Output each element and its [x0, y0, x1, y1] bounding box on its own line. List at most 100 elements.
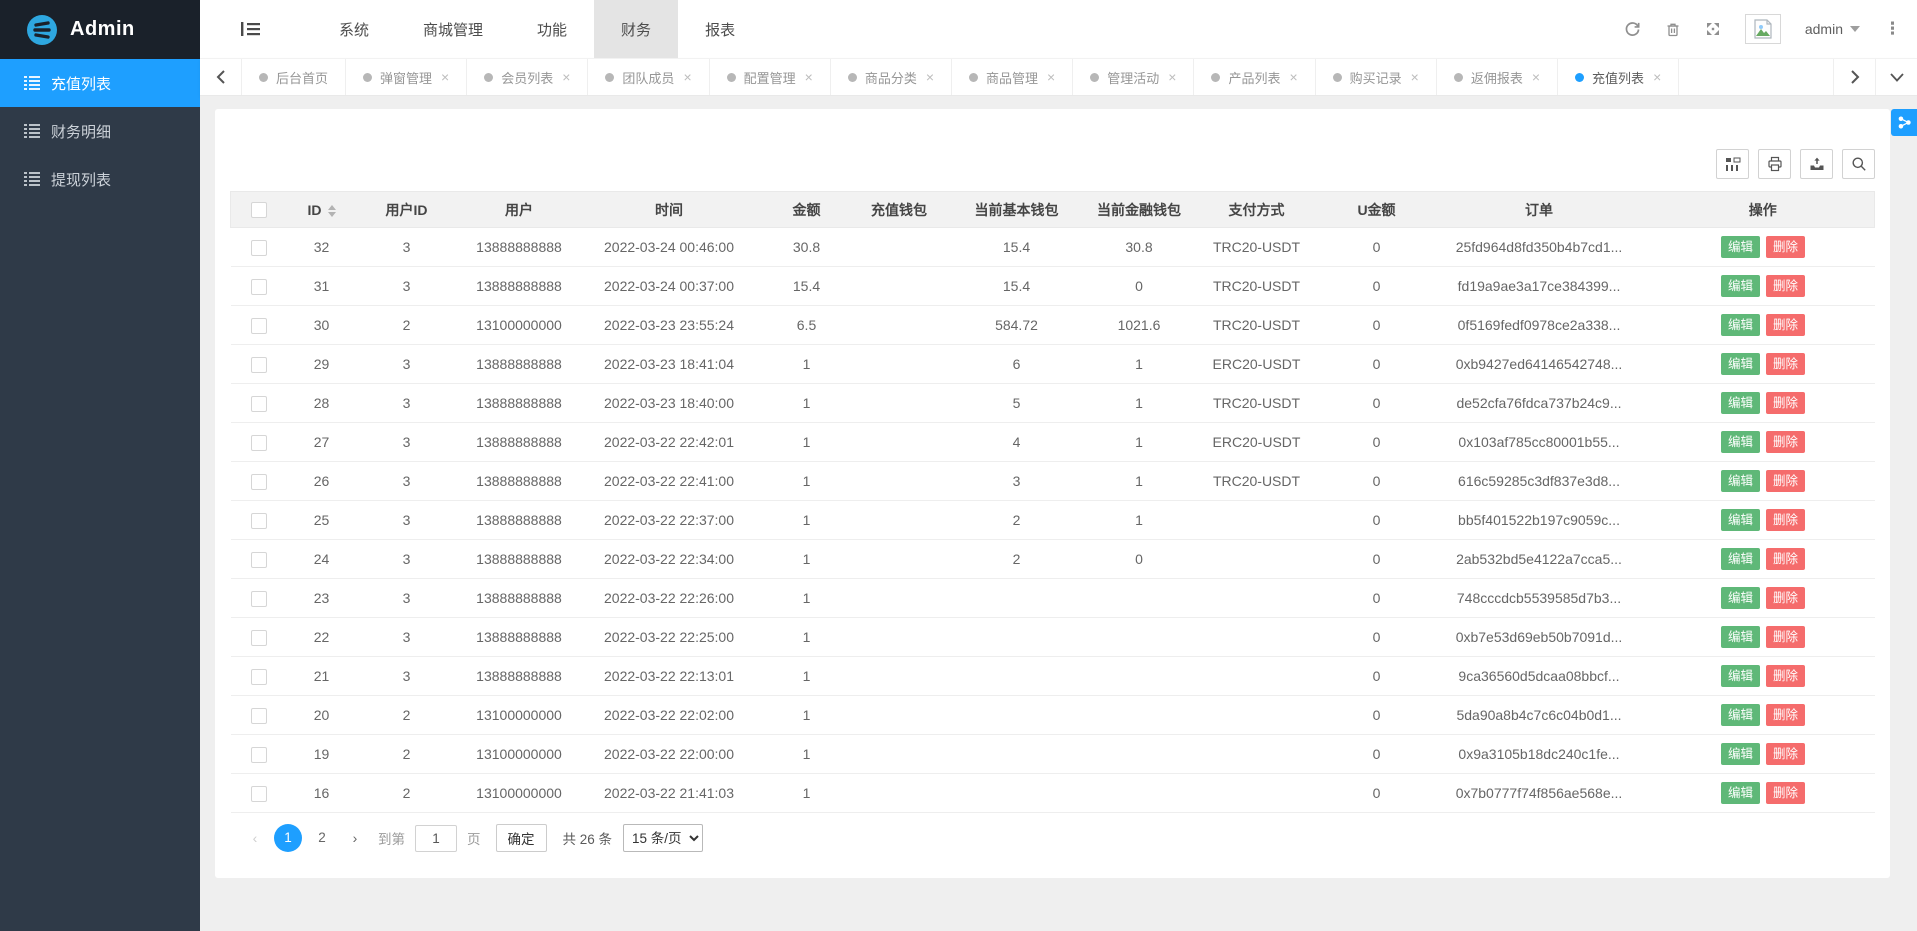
- tab-item[interactable]: 返佣报表 ×: [1437, 59, 1558, 95]
- tab-close-icon[interactable]: ×: [1653, 69, 1661, 85]
- edit-button[interactable]: 编辑: [1721, 743, 1760, 765]
- print-button[interactable]: [1758, 149, 1791, 179]
- select-all-checkbox[interactable]: [251, 202, 267, 218]
- page-number[interactable]: 2: [308, 824, 336, 852]
- row-checkbox[interactable]: [251, 786, 267, 802]
- sidebar-item[interactable]: 提现列表: [0, 155, 200, 203]
- row-checkbox[interactable]: [251, 279, 267, 295]
- edit-button[interactable]: 编辑: [1721, 782, 1760, 804]
- sidebar-item[interactable]: 充值列表: [0, 59, 200, 107]
- row-checkbox[interactable]: [251, 669, 267, 685]
- edit-button[interactable]: 编辑: [1721, 314, 1760, 336]
- delete-button[interactable]: 删除: [1766, 509, 1805, 531]
- tab-item[interactable]: 购买记录 ×: [1316, 59, 1437, 95]
- fullscreen-icon[interactable]: [1705, 21, 1721, 37]
- tab-close-icon[interactable]: ×: [1289, 69, 1297, 85]
- top-nav-item[interactable]: 功能: [510, 0, 594, 58]
- column-header-id[interactable]: ID: [287, 192, 357, 228]
- row-checkbox[interactable]: [251, 513, 267, 529]
- top-nav-item[interactable]: 报表: [678, 0, 762, 58]
- sidebar-toggle-icon[interactable]: [230, 0, 270, 58]
- row-checkbox[interactable]: [251, 591, 267, 607]
- row-checkbox[interactable]: [251, 357, 267, 373]
- delete-button[interactable]: 删除: [1766, 314, 1805, 336]
- delete-button[interactable]: 删除: [1766, 665, 1805, 687]
- sort-icon[interactable]: [328, 205, 336, 217]
- delete-button[interactable]: 删除: [1766, 587, 1805, 609]
- edit-button[interactable]: 编辑: [1721, 236, 1760, 258]
- row-checkbox[interactable]: [251, 552, 267, 568]
- delete-button[interactable]: 删除: [1766, 704, 1805, 726]
- delete-button[interactable]: 删除: [1766, 236, 1805, 258]
- page-next-icon[interactable]: ›: [342, 830, 368, 846]
- delete-button[interactable]: 删除: [1766, 431, 1805, 453]
- search-button[interactable]: [1842, 149, 1875, 179]
- tab-item[interactable]: 产品列表 ×: [1194, 59, 1315, 95]
- row-checkbox[interactable]: [251, 435, 267, 451]
- tabs-dropdown-icon[interactable]: [1875, 59, 1917, 95]
- edit-button[interactable]: 编辑: [1721, 470, 1760, 492]
- tabs-scroll-left[interactable]: [200, 59, 242, 95]
- delete-button[interactable]: 删除: [1766, 626, 1805, 648]
- tab-close-icon[interactable]: ×: [1411, 69, 1419, 85]
- edit-button[interactable]: 编辑: [1721, 587, 1760, 609]
- tab-item[interactable]: 商品分类 ×: [831, 59, 952, 95]
- tab-item[interactable]: 后台首页: [242, 59, 346, 95]
- edit-button[interactable]: 编辑: [1721, 509, 1760, 531]
- delete-button[interactable]: 删除: [1766, 548, 1805, 570]
- tab-close-icon[interactable]: ×: [562, 69, 570, 85]
- goto-confirm-button[interactable]: 确定: [496, 824, 547, 852]
- edit-button[interactable]: 编辑: [1721, 431, 1760, 453]
- top-nav-item[interactable]: 财务: [594, 0, 678, 58]
- row-checkbox[interactable]: [251, 240, 267, 256]
- user-menu[interactable]: admin: [1805, 21, 1860, 37]
- tab-item[interactable]: 配置管理 ×: [710, 59, 831, 95]
- row-checkbox[interactable]: [251, 747, 267, 763]
- delete-button[interactable]: 删除: [1766, 353, 1805, 375]
- tab-close-icon[interactable]: ×: [441, 69, 449, 85]
- tab-close-icon[interactable]: ×: [926, 69, 934, 85]
- tab-item[interactable]: 会员列表 ×: [467, 59, 588, 95]
- tab-item[interactable]: 商品管理 ×: [952, 59, 1073, 95]
- delete-button[interactable]: 删除: [1766, 743, 1805, 765]
- edit-button[interactable]: 编辑: [1721, 392, 1760, 414]
- tab-close-icon[interactable]: ×: [683, 69, 691, 85]
- tab-item[interactable]: 团队成员 ×: [588, 59, 709, 95]
- row-checkbox[interactable]: [251, 474, 267, 490]
- tabs-scroll-right[interactable]: [1833, 59, 1875, 95]
- row-checkbox[interactable]: [251, 318, 267, 334]
- page-size-select[interactable]: 15 条/页: [623, 824, 703, 852]
- delete-button[interactable]: 删除: [1766, 392, 1805, 414]
- edit-button[interactable]: 编辑: [1721, 548, 1760, 570]
- page-number[interactable]: 1: [274, 824, 302, 852]
- row-checkbox[interactable]: [251, 708, 267, 724]
- row-checkbox[interactable]: [251, 630, 267, 646]
- edit-button[interactable]: 编辑: [1721, 353, 1760, 375]
- columns-toggle-button[interactable]: [1716, 149, 1749, 179]
- trash-icon[interactable]: [1665, 21, 1681, 38]
- delete-button[interactable]: 删除: [1766, 470, 1805, 492]
- refresh-icon[interactable]: [1624, 21, 1641, 38]
- tab-item[interactable]: 充值列表 ×: [1558, 59, 1679, 95]
- edit-button[interactable]: 编辑: [1721, 665, 1760, 687]
- more-menu-icon[interactable]: ⋮: [1884, 19, 1901, 39]
- avatar[interactable]: [1745, 14, 1781, 44]
- theme-share-button[interactable]: [1891, 109, 1917, 136]
- tab-close-icon[interactable]: ×: [1047, 69, 1055, 85]
- tab-item[interactable]: 管理活动 ×: [1073, 59, 1194, 95]
- edit-button[interactable]: 编辑: [1721, 275, 1760, 297]
- edit-button[interactable]: 编辑: [1721, 626, 1760, 648]
- tab-close-icon[interactable]: ×: [1168, 69, 1176, 85]
- tab-close-icon[interactable]: ×: [1532, 69, 1540, 85]
- top-nav-item[interactable]: 商城管理: [396, 0, 510, 58]
- row-checkbox[interactable]: [251, 396, 267, 412]
- top-nav-item[interactable]: 系统: [312, 0, 396, 58]
- tab-close-icon[interactable]: ×: [805, 69, 813, 85]
- delete-button[interactable]: 删除: [1766, 275, 1805, 297]
- goto-page-input[interactable]: [415, 825, 457, 852]
- tab-item[interactable]: 弹窗管理 ×: [346, 59, 467, 95]
- sidebar-item[interactable]: 财务明细: [0, 107, 200, 155]
- page-prev-icon[interactable]: ‹: [242, 830, 268, 846]
- export-button[interactable]: [1800, 149, 1833, 179]
- edit-button[interactable]: 编辑: [1721, 704, 1760, 726]
